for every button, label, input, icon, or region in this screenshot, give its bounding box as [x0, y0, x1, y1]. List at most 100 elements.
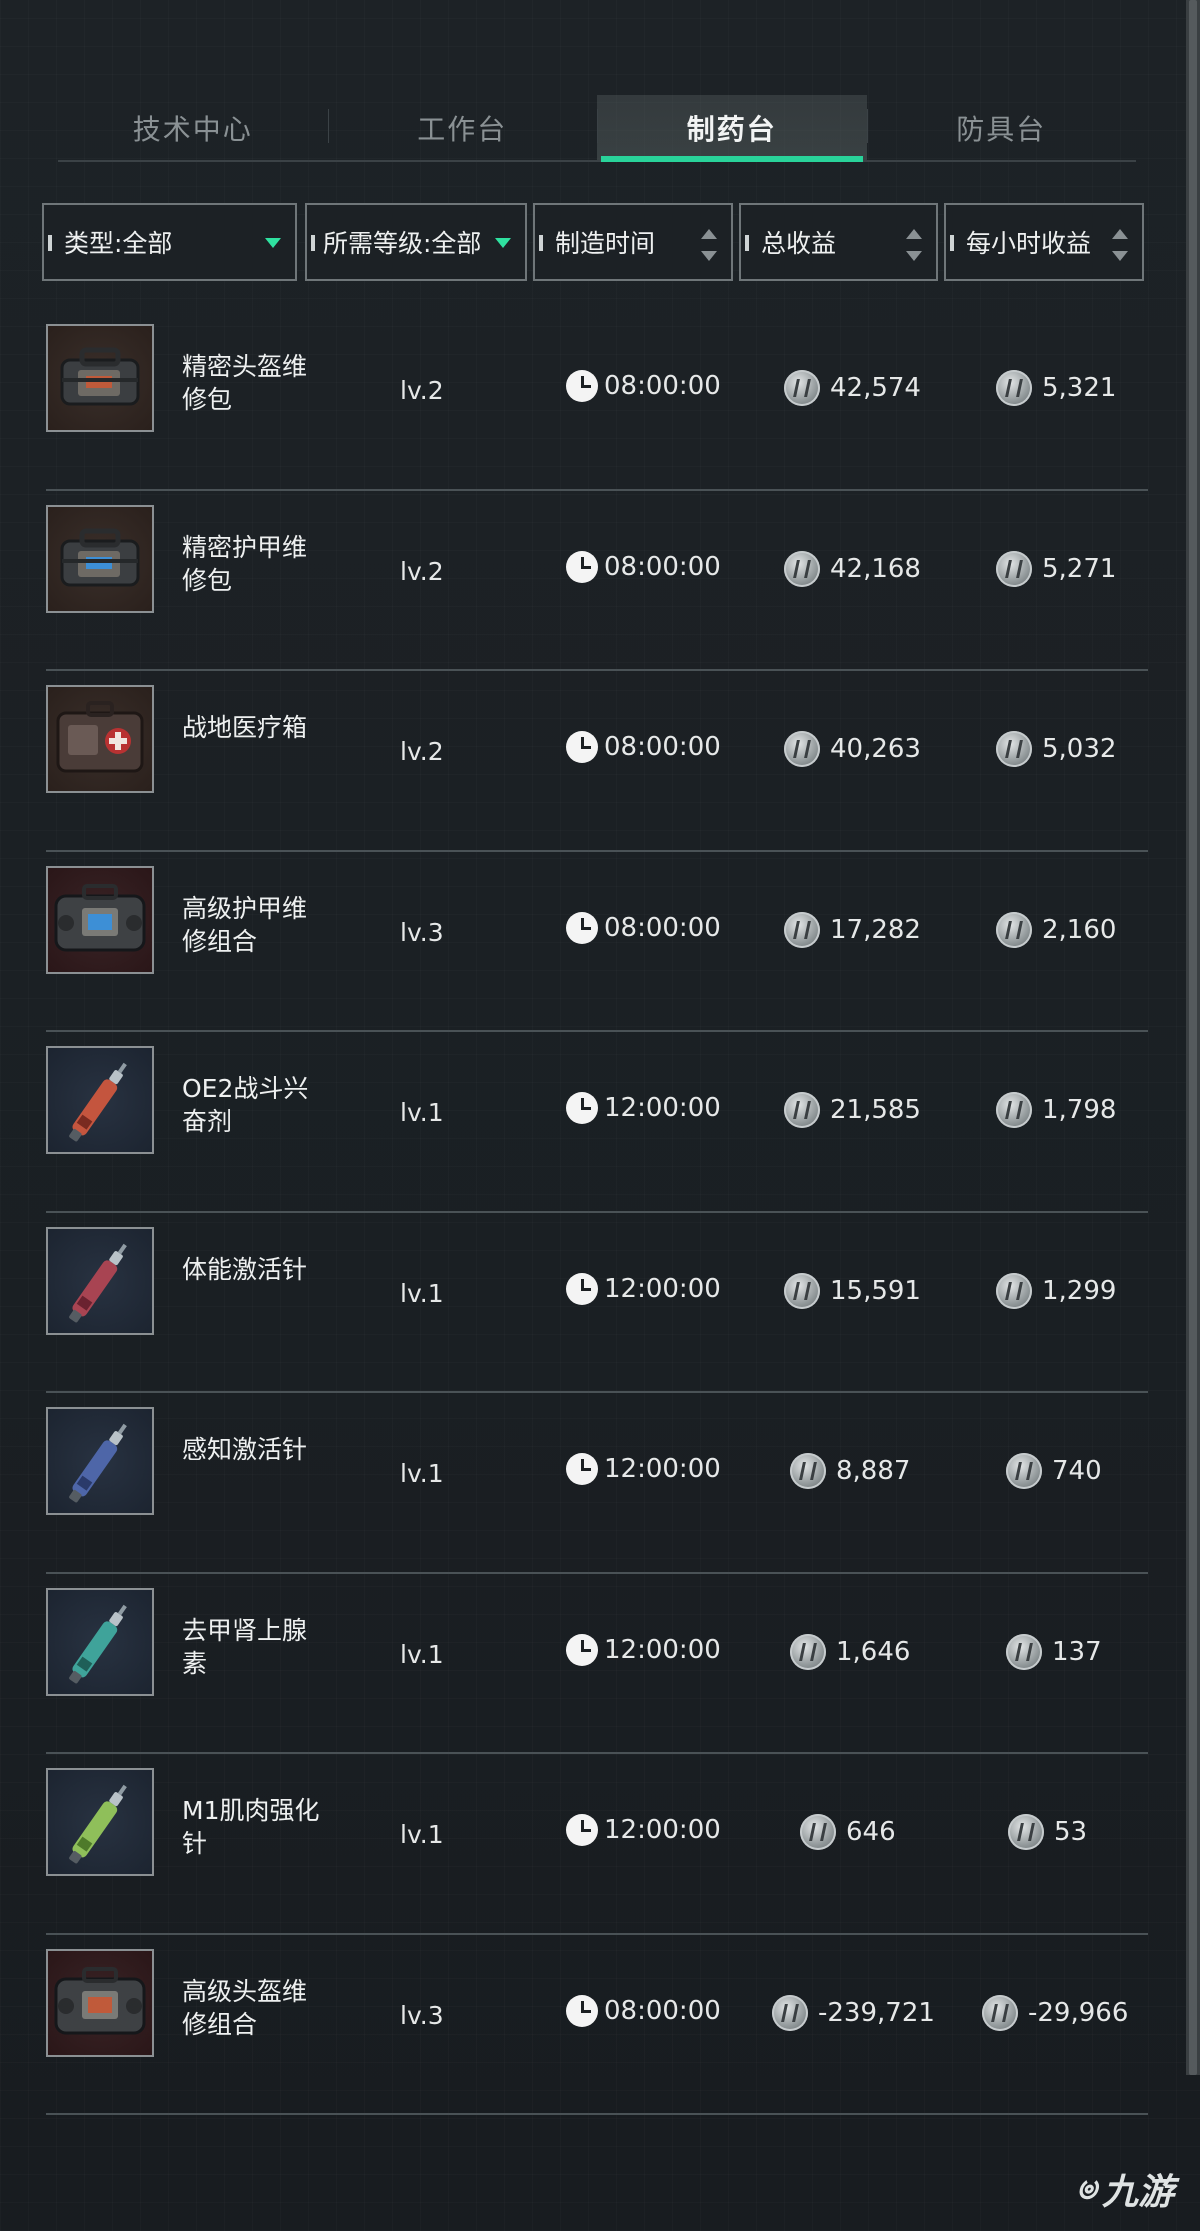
noradrenaline-injector-icon	[46, 1587, 154, 1696]
craft-time: 08:00:00	[566, 911, 721, 944]
total-profit-value: 42,168	[830, 553, 921, 584]
hourly-profit: 5,032	[996, 731, 1116, 767]
coin-icon	[1008, 1814, 1044, 1850]
hourly-profit-value: 1,299	[1042, 1275, 1117, 1306]
coin-icon	[784, 1272, 820, 1309]
time-sort-label: 制造时间	[555, 229, 656, 258]
clock-icon	[566, 1814, 598, 1846]
craft-time: 08:00:00	[566, 1994, 721, 2027]
item-name: 战地医疗箱	[182, 713, 308, 742]
hourly-profit-value: 137	[1052, 1636, 1102, 1667]
hourly-profit: 740	[1006, 1453, 1102, 1489]
list-item[interactable]: M1肌肉强化针 lv.1 12:00:00 646 53	[46, 1754, 1148, 1935]
required-level: lv.1	[400, 1098, 444, 1127]
list-item[interactable]: 精密护甲维修包 lv.2 08:00:00 42,168 5,271	[46, 491, 1148, 671]
craft-time-value: 08:00:00	[604, 371, 721, 401]
coin-icon	[1006, 1633, 1042, 1670]
item-name: 感知激活针	[182, 1435, 308, 1464]
item-name: 高级护甲维修组合	[182, 893, 308, 956]
chevron-down-icon	[265, 238, 281, 248]
recipe-list: 精密头盔维修包 lv.2 08:00:00 42,574 5,321 精密护甲维…	[46, 310, 1148, 2115]
hourly-profit-value: 5,032	[1042, 734, 1117, 764]
coin-icon	[996, 370, 1032, 406]
required-level: lv.3	[400, 917, 444, 947]
coin-icon	[800, 1814, 836, 1850]
time-sort-button[interactable]: 制造时间	[533, 203, 733, 281]
coin-icon	[784, 1092, 820, 1128]
total-profit-value: 8,887	[836, 1456, 911, 1486]
craft-time-value: 08:00:00	[604, 1995, 721, 2026]
craft-time: 12:00:00	[566, 1814, 721, 1846]
tab-armor-bench[interactable]: 防具台	[866, 95, 1137, 160]
jiuyou-logo-icon: ၑ	[1076, 2163, 1098, 2207]
total-profit-value: 42,574	[830, 373, 921, 403]
total-profit: 42,574	[784, 370, 921, 406]
hourly-profit-value: 5,321	[1042, 373, 1117, 403]
hourly-profit-sort-button[interactable]: 每小时收益	[944, 203, 1144, 281]
perception-injector-icon	[46, 1407, 154, 1515]
clock-icon	[566, 1994, 598, 2027]
coin-icon	[772, 1994, 808, 2031]
field-medkit-icon	[46, 685, 154, 793]
total-profit: 21,585	[784, 1092, 921, 1128]
sort-icon	[1112, 229, 1128, 261]
total-profit-value: 17,282	[830, 914, 921, 945]
craft-time: 12:00:00	[566, 1272, 721, 1305]
level-filter-dropdown[interactable]: 所需等级:全部	[305, 203, 527, 281]
tab-pharmacy[interactable]: 制药台	[597, 95, 867, 162]
hourly-profit-value: 1,798	[1042, 1095, 1117, 1125]
list-item[interactable]: 高级护甲维修组合 lv.3 08:00:00 17,282 2,160	[46, 852, 1148, 1032]
total-profit: 15,591	[784, 1272, 921, 1309]
tab-bar: 技术中心 工作台 制药台 防具台	[58, 95, 1136, 162]
coin-icon	[790, 1633, 826, 1670]
coin-icon	[784, 911, 820, 948]
hourly-profit-sort-label: 每小时收益	[966, 229, 1092, 258]
combat-stimulant-injector-icon	[46, 1046, 154, 1154]
scrollbar-thumb[interactable]	[1189, 0, 1197, 2075]
list-item[interactable]: 感知激活针 lv.1 12:00:00 8,887 740	[46, 1393, 1148, 1574]
hourly-profit: 53	[1008, 1814, 1087, 1850]
clock-icon	[566, 550, 598, 583]
item-name: 高级头盔维修组合	[182, 1976, 308, 2039]
total-profit: 17,282	[784, 911, 921, 948]
helmet-repair-kit-icon	[46, 324, 154, 432]
list-item[interactable]: 去甲肾上腺素 lv.1 12:00:00 1,646 137	[46, 1574, 1148, 1754]
required-level: lv.2	[400, 556, 444, 586]
craft-time-value: 12:00:00	[604, 1634, 721, 1665]
list-item[interactable]: 高级头盔维修组合 lv.3 08:00:00 -239,721 -29,966	[46, 1935, 1148, 2115]
scrollbar[interactable]	[1186, 0, 1200, 2075]
required-level: lv.3	[400, 2000, 444, 2030]
total-profit: 646	[800, 1814, 896, 1850]
sort-icon	[701, 229, 717, 261]
clock-icon	[566, 1633, 598, 1666]
craft-time: 08:00:00	[566, 370, 721, 402]
total-profit-value: 646	[846, 1817, 896, 1847]
list-item[interactable]: 战地医疗箱 lv.2 08:00:00 40,263 5,032	[46, 671, 1148, 852]
clock-icon	[566, 1272, 598, 1305]
coin-icon	[784, 370, 820, 406]
coin-icon	[784, 731, 820, 767]
total-profit-sort-button[interactable]: 总收益	[739, 203, 938, 281]
total-profit-value: 15,591	[830, 1275, 921, 1306]
type-filter-dropdown[interactable]: 类型:全部	[42, 203, 297, 281]
hourly-profit: 2,160	[996, 911, 1116, 948]
list-item[interactable]: 体能激活针 lv.1 12:00:00 15,591 1,299	[46, 1213, 1148, 1393]
total-profit-sort-label: 总收益	[761, 229, 837, 258]
watermark-text: 九游	[1101, 2172, 1174, 2213]
total-profit-value: 40,263	[830, 734, 921, 764]
level-filter-label: 所需等级:全部	[323, 229, 482, 258]
coin-icon	[790, 1453, 826, 1489]
hourly-profit-value: -29,966	[1028, 1997, 1129, 2028]
type-filter-label: 类型:全部	[64, 229, 173, 258]
list-item[interactable]: 精密头盔维修包 lv.2 08:00:00 42,574 5,321	[46, 310, 1148, 491]
advanced-armor-repair-combo-icon	[46, 865, 154, 974]
total-profit-value: 1,646	[836, 1636, 911, 1667]
clock-icon	[566, 1092, 598, 1124]
coin-icon	[1006, 1453, 1042, 1489]
tab-workbench[interactable]: 工作台	[327, 95, 598, 160]
hourly-profit: 5,271	[996, 550, 1116, 587]
list-item[interactable]: OE2战斗兴奋剂 lv.1 12:00:00 21,585 1,798	[46, 1032, 1148, 1213]
craft-time: 12:00:00	[566, 1453, 721, 1485]
total-profit-value: -239,721	[818, 1997, 935, 2028]
tab-tech-center[interactable]: 技术中心	[58, 95, 328, 160]
